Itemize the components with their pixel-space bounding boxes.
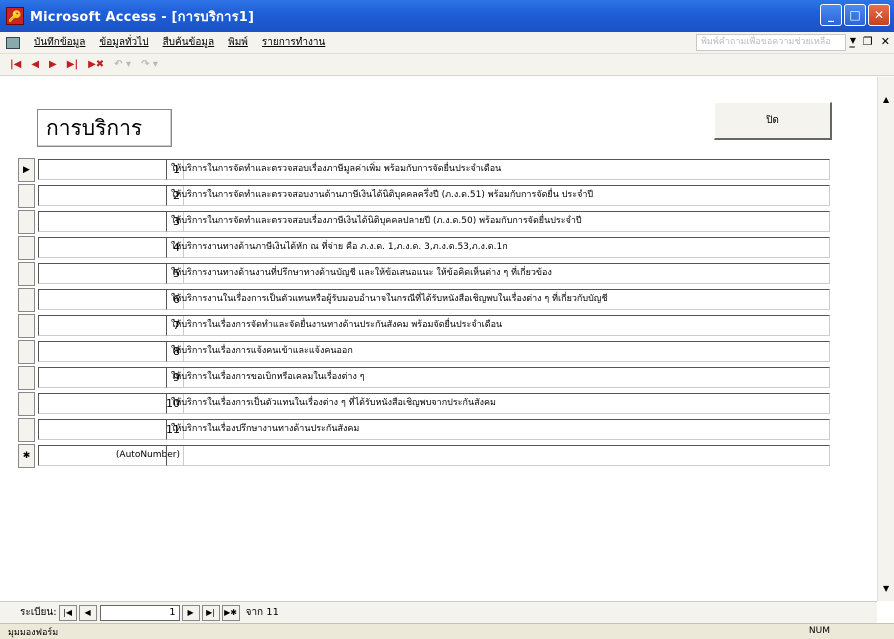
minimize-button[interactable]: _: [820, 4, 842, 26]
window-controls: _ □ ✕: [820, 4, 890, 26]
window-title: Microsoft Access - [การบริการ1]: [30, 9, 255, 25]
record-description-field[interactable]: ให้บริการในการจัดทำและตรวจสอบเรื่องภาษีม…: [166, 159, 830, 180]
record-description-field[interactable]: ให้บริการงานในเรื่องการเป็นตัวแทนหรือผู้…: [166, 289, 830, 310]
menu-item-general[interactable]: ข้อมูลทั่วไป: [99, 35, 148, 50]
access-key-icon[interactable]: 🔑: [6, 7, 24, 25]
view-mode-status: มุมมองฟอร์ม: [8, 627, 59, 638]
doc-close-icon[interactable]: ✕: [881, 35, 890, 48]
record-description-field[interactable]: ให้บริการงานทางด้านภาษีเงินได้หัก ณ ที่จ…: [166, 237, 830, 258]
title-bar: 🔑 Microsoft Access - [การบริการ1] _ □ ✕: [0, 0, 894, 32]
record-description-field[interactable]: ให้บริการในเรื่องการขอเบิกหรือเคลมในเรื่…: [166, 367, 830, 388]
doc-restore-icon[interactable]: ❐: [863, 35, 873, 48]
maximize-button[interactable]: □: [844, 4, 866, 26]
record-id-field[interactable]: 6: [38, 289, 184, 310]
record-description-field[interactable]: ให้บริการในการจัดทำและตรวจสอบเรื่องภาษีเ…: [166, 211, 830, 232]
table-row: 6 ให้บริการงานในเรื่องการเป็นตัวแทนหรือผ…: [18, 288, 838, 314]
record-selector[interactable]: [18, 366, 35, 390]
record-selector[interactable]: [18, 184, 35, 208]
record-description-field[interactable]: ให้บริการในเรื่องปรึกษางานทางด้านประกันส…: [166, 419, 830, 440]
record-selector[interactable]: [18, 314, 35, 338]
record-id-field[interactable]: 9: [38, 367, 184, 388]
doc-minimize-icon[interactable]: _: [849, 35, 855, 48]
record-description-field[interactable]: ให้บริการในเรื่องการจัดทำและจัดยื่นงานทา…: [166, 315, 830, 336]
new-record-id-field[interactable]: (AutoNumber): [38, 445, 184, 466]
num-lock-indicator: NUM: [808, 626, 830, 636]
record-description-field[interactable]: ให้บริการในเรื่องการเป็นตัวแทนในเรื่องต่…: [166, 393, 830, 414]
table-row: 2 ให้บริการในการจัดทำและตรวจสอบงานด้านภา…: [18, 184, 838, 210]
current-record-input[interactable]: 1: [99, 604, 180, 621]
new-record-row: ✱ (AutoNumber): [18, 444, 838, 470]
form-title: การบริการ: [37, 109, 172, 147]
menu-item-print[interactable]: พิมพ์: [228, 35, 248, 50]
undo-icon[interactable]: ↶ ▾: [114, 59, 131, 70]
table-row: 7 ให้บริการในเรื่องการจัดทำและจัดยื่นงาน…: [18, 314, 838, 340]
record-id-field[interactable]: 3: [38, 211, 184, 232]
scroll-down-icon[interactable]: ▼: [883, 584, 889, 593]
table-row: 3 ให้บริการในการจัดทำและตรวจสอบเรื่องภาษ…: [18, 210, 838, 236]
new-record-description-field[interactable]: [166, 445, 830, 466]
form-icon[interactable]: [6, 36, 20, 49]
current-record-marker[interactable]: ▶: [18, 158, 35, 182]
table-row: 8 ให้บริการในเรื่องการแจ้งคนเข้าและแจ้งค…: [18, 340, 838, 366]
scroll-up-icon[interactable]: ▲: [883, 95, 889, 104]
vertical-scrollbar[interactable]: ▲ ▼: [877, 77, 894, 601]
nav-next-button[interactable]: ▶: [181, 604, 200, 621]
record-selector[interactable]: [18, 340, 35, 364]
delete-record-icon[interactable]: ▶✖: [88, 59, 104, 70]
table-row: 9 ให้บริการในเรื่องการขอเบิกหรือเคลมในเร…: [18, 366, 838, 392]
record-id-field[interactable]: 7: [38, 315, 184, 336]
record-id-field[interactable]: 4: [38, 237, 184, 258]
record-selector[interactable]: [18, 392, 35, 416]
record-selector[interactable]: [18, 236, 35, 260]
record-nav-label: ระเบียน:: [20, 607, 57, 618]
record-description-field[interactable]: ให้บริการงานทางด้านงานที่ปรึกษาทางด้านบั…: [166, 263, 830, 284]
record-selector[interactable]: [18, 418, 35, 442]
record-selector[interactable]: [18, 288, 35, 312]
record-id-field[interactable]: 2: [38, 185, 184, 206]
table-row: 5 ให้บริการงานทางด้านงานที่ปรึกษาทางด้าน…: [18, 262, 838, 288]
previous-record-icon[interactable]: ◀: [31, 59, 39, 70]
nav-previous-button[interactable]: ◀: [78, 604, 97, 621]
record-id-field[interactable]: 11: [38, 419, 184, 440]
last-record-icon[interactable]: ▶|: [67, 59, 78, 70]
menu-item-record[interactable]: บันทึกข้อมูล: [34, 35, 85, 50]
first-record-icon[interactable]: |◀: [10, 59, 21, 70]
record-selector[interactable]: [18, 262, 35, 286]
table-row: 10 ให้บริการในเรื่องการเป็นตัวแทนในเรื่อ…: [18, 392, 838, 418]
nav-last-button[interactable]: ▶|: [201, 604, 220, 621]
close-form-button[interactable]: ปิด: [714, 102, 832, 140]
help-question-input[interactable]: พิมพ์คำถามเพื่อขอความช่วยเหลือ: [696, 34, 846, 51]
table-row: 11 ให้บริการในเรื่องปรึกษางานทางด้านประก…: [18, 418, 838, 444]
record-description-field[interactable]: ให้บริการในการจัดทำและตรวจสอบงานด้านภาษี…: [166, 185, 830, 206]
table-row: ▶ 1 ให้บริการในการจัดทำและตรวจสอบเรื่องภ…: [18, 158, 838, 184]
nav-new-button[interactable]: ▶✱: [221, 604, 240, 621]
close-window-button[interactable]: ✕: [868, 4, 890, 26]
record-id-field[interactable]: 10: [38, 393, 184, 414]
form-area: การบริการ ปิด ▶ 1 ให้บริการในการจัดทำและ…: [0, 77, 877, 601]
record-navigation-bar: ระเบียน: |◀ ◀ 1 ▶ ▶| ▶✱ จาก 11: [0, 601, 877, 623]
record-count-label: จาก 11: [245, 607, 280, 618]
new-record-marker[interactable]: ✱: [18, 444, 35, 468]
nav-first-button[interactable]: |◀: [58, 604, 77, 621]
menu-bar: บันทึกข้อมูล ข้อมูลทั่วไป สืบค้นข้อมูล พ…: [0, 32, 894, 54]
record-selector[interactable]: [18, 210, 35, 234]
record-list: ▶ 1 ให้บริการในการจัดทำและตรวจสอบเรื่องภ…: [18, 158, 838, 470]
status-bar: มุมมองฟอร์ม NUM: [0, 623, 894, 639]
document-controls: _ ❐ ✕: [849, 35, 890, 48]
menu-item-tasks[interactable]: รายการทำงาน: [262, 35, 325, 50]
record-id-field[interactable]: 1: [38, 159, 184, 180]
record-id-field[interactable]: 5: [38, 263, 184, 284]
record-description-field[interactable]: ให้บริการในเรื่องการแจ้งคนเข้าและแจ้งคนอ…: [166, 341, 830, 362]
record-toolbar: |◀ ◀ ▶ ▶| ▶✖ ↶ ▾ ↷ ▾: [0, 54, 894, 76]
next-record-icon[interactable]: ▶: [49, 59, 57, 70]
record-id-field[interactable]: 8: [38, 341, 184, 362]
redo-icon[interactable]: ↷ ▾: [141, 59, 158, 70]
menu-item-search[interactable]: สืบค้นข้อมูล: [163, 35, 215, 50]
table-row: 4 ให้บริการงานทางด้านภาษีเงินได้หัก ณ ที…: [18, 236, 838, 262]
